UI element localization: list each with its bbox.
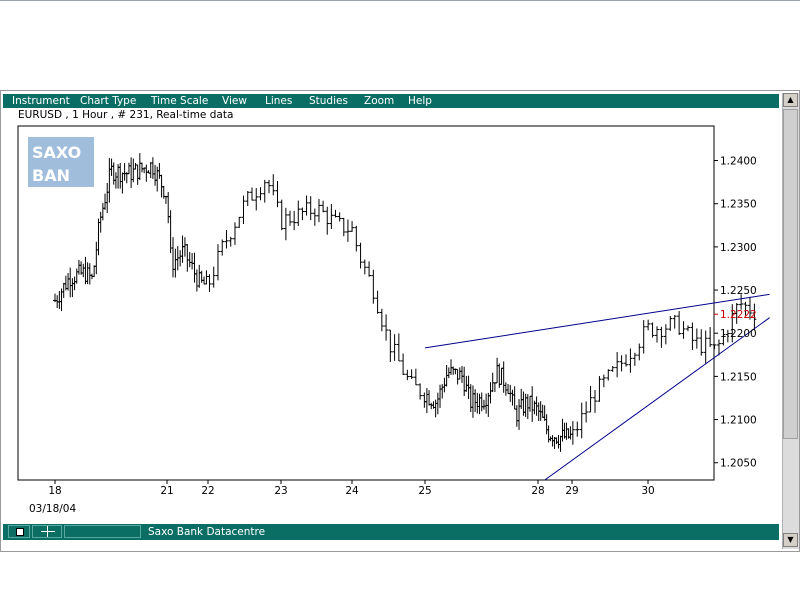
x-tick-label: 28: [531, 485, 544, 497]
y-tick-label: 1.2400: [720, 156, 757, 168]
data-source-label: Saxo Bank Datacentre: [148, 526, 266, 538]
status-empty-cell: [64, 525, 141, 538]
y-tick-label: 1.2250: [720, 285, 757, 297]
x-tick-label: 30: [641, 485, 654, 497]
crosshair-cell[interactable]: [32, 525, 62, 538]
y-tick-label: 1.2150: [720, 371, 757, 383]
vertical-scrollbar[interactable]: ▲ ▼: [782, 93, 799, 549]
crosshair-icon: [41, 531, 55, 532]
logo-line-2: BAN: [32, 166, 70, 185]
logo-line-1: SAXO: [32, 143, 81, 162]
y-tick-label: 1.2050: [720, 458, 757, 470]
x-tick-label: 23: [274, 485, 287, 497]
saxo-logo: SAXO BAN: [28, 137, 94, 187]
x-tick-label: 25: [418, 485, 431, 497]
y-tick-label: 1.2350: [720, 199, 757, 211]
x-tick-label: 18: [48, 485, 61, 497]
price-chart[interactable]: SAXO BAN 1.2400 1.2350 1.2300 1.2250 1.2200 1…: [1, 91, 779, 523]
status-bar: Saxo Bank Datacentre: [3, 524, 779, 540]
last-price-label: 1.2222: [720, 309, 757, 321]
scroll-down-button[interactable]: ▼: [783, 533, 798, 547]
y-tick-label: 1.2200: [720, 328, 757, 340]
start-date-label: 03/18/04: [29, 503, 76, 515]
x-tick-label: 29: [565, 485, 578, 497]
record-icon: [16, 528, 24, 536]
top-divider: [0, 0, 800, 1]
status-icon-cell[interactable]: [8, 525, 30, 538]
x-tick-label: 24: [345, 485, 359, 497]
chart-window: Instrument Chart Type Time Scale View Li…: [0, 90, 800, 552]
y-tick-label: 1.2300: [720, 242, 757, 254]
scroll-up-button[interactable]: ▲: [783, 93, 798, 107]
y-tick-label: 1.2100: [720, 415, 757, 427]
x-tick-label: 22: [201, 485, 214, 497]
scroll-thumb[interactable]: [783, 109, 798, 439]
x-tick-label: 21: [160, 485, 173, 497]
